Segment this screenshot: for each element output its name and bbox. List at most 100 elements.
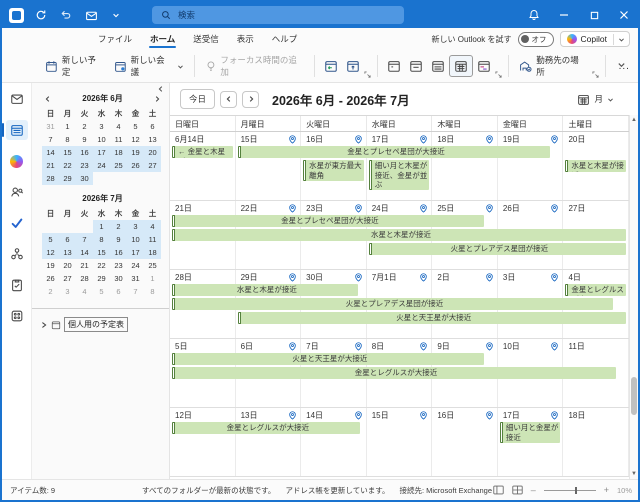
mini-calendar-day[interactable]: 4 <box>110 120 127 133</box>
location-pin-icon[interactable] <box>419 135 428 144</box>
outlook-app-icon[interactable] <box>9 8 24 23</box>
location-pin-icon[interactable] <box>354 411 363 420</box>
location-pin-icon[interactable] <box>550 342 559 351</box>
mini-calendar-day[interactable]: 5 <box>93 285 110 298</box>
location-pin-icon[interactable] <box>419 273 428 282</box>
mini-calendar-day[interactable]: 17 <box>127 246 144 259</box>
new-meeting-button[interactable]: 新しい会議 <box>109 50 189 82</box>
mini-calendar-day[interactable]: 7 <box>76 233 93 246</box>
mini-calendar-day[interactable]: 27 <box>144 159 161 172</box>
location-pin-icon[interactable] <box>354 342 363 351</box>
menu-item-0[interactable]: ファイル <box>97 29 133 49</box>
mini-calendar-day[interactable]: 8 <box>93 233 110 246</box>
mini-calendar-day[interactable]: 5 <box>42 233 59 246</box>
event-bar[interactable]: 水星と木星が接近 <box>565 160 626 172</box>
work-week-view-button[interactable] <box>405 56 427 76</box>
expand-chevron-icon[interactable] <box>40 321 48 329</box>
location-pin-icon[interactable] <box>485 135 494 144</box>
location-pin-icon[interactable] <box>485 273 494 282</box>
dialog-launcher-icon[interactable] <box>592 71 599 78</box>
mini-calendar-day[interactable]: 12 <box>42 246 59 259</box>
mini-calendar-day[interactable]: 6 <box>144 120 161 133</box>
mini-calendar-day[interactable]: 18 <box>110 146 127 159</box>
mini-calendar-day[interactable]: 12 <box>127 133 144 146</box>
mini-calendar-day[interactable]: 17 <box>93 146 110 159</box>
mini-calendar-day[interactable]: 6 <box>110 285 127 298</box>
mini-calendar-day[interactable]: 1 <box>144 272 161 285</box>
day-cell[interactable]: 12日 <box>170 408 236 476</box>
search-input[interactable]: 検索 <box>152 6 404 24</box>
day-cell[interactable]: 15日 <box>367 408 433 476</box>
mini-calendar-day[interactable]: 14 <box>76 246 93 259</box>
week-view-button[interactable] <box>427 56 449 76</box>
day-cell[interactable]: 6月14日 <box>170 132 236 200</box>
mini-calendar-day[interactable]: 21 <box>76 259 93 272</box>
event-bar[interactable]: 金星とレグルスが大接近 <box>172 367 616 379</box>
mini-calendar-title[interactable]: 2026年 6月 <box>52 93 153 104</box>
work-location-button[interactable]: 勤務先の場所 <box>514 50 591 82</box>
menu-item-3[interactable]: 表示 <box>236 29 255 49</box>
day-cell[interactable]: 19日 <box>498 132 564 200</box>
mini-calendar-day[interactable]: 31 <box>127 272 144 285</box>
location-pin-icon[interactable] <box>485 342 494 351</box>
location-pin-icon[interactable] <box>288 411 297 420</box>
zoom-in-icon[interactable]: + <box>604 487 609 493</box>
mini-calendar-day[interactable]: 26 <box>127 159 144 172</box>
copilot-button[interactable]: Copilot <box>561 32 613 46</box>
event-bar[interactable]: 金星とプレセペ星団が大接近 <box>172 215 484 227</box>
calendar-nav-icon[interactable] <box>6 120 28 140</box>
mini-calendar-day[interactable]: 16 <box>76 146 93 159</box>
mini-calendar-day[interactable]: 23 <box>110 259 127 272</box>
location-pin-icon[interactable] <box>288 342 297 351</box>
mini-calendar-day[interactable]: 27 <box>59 272 76 285</box>
event-bar[interactable]: 細い月と木星が接近、金星が並ぶ <box>369 160 430 190</box>
share-calendar-button[interactable] <box>342 56 364 76</box>
view-selector[interactable]: 月 <box>577 93 628 106</box>
mini-calendar-title[interactable]: 2026年 7月 <box>52 193 153 204</box>
mini-calendar-day[interactable]: 9 <box>110 233 127 246</box>
scroll-down-icon[interactable]: ▼ <box>630 469 638 479</box>
location-pin-icon[interactable] <box>550 135 559 144</box>
mini-calendar-day[interactable]: 29 <box>93 272 110 285</box>
menu-item-2[interactable]: 送受信 <box>192 29 220 49</box>
event-bar[interactable]: 水星と木星が接近 <box>172 284 358 296</box>
groups-nav-icon[interactable] <box>6 244 28 264</box>
location-pin-icon[interactable] <box>354 204 363 213</box>
event-bar[interactable]: 細い月と金星が接近 <box>500 422 561 443</box>
event-bar[interactable]: 金星とレグルスが大 <box>565 284 626 296</box>
personal-calendar-folder[interactable]: 個人用の予定表 <box>64 317 128 332</box>
mini-calendar-day[interactable]: 9 <box>76 133 93 146</box>
menu-item-4[interactable]: ヘルプ <box>271 29 299 49</box>
location-pin-icon[interactable] <box>485 204 494 213</box>
day-cell[interactable]: 16日 <box>432 408 498 476</box>
tasks-nav-icon[interactable] <box>6 275 28 295</box>
mini-calendar-day[interactable]: 18 <box>144 246 161 259</box>
event-bar[interactable]: 火星と天王星が大接近 <box>238 312 626 324</box>
mini-calendar-day[interactable]: 28 <box>76 272 93 285</box>
location-pin-icon[interactable] <box>288 135 297 144</box>
mini-calendar-day[interactable]: 8 <box>144 285 161 298</box>
minimize-button[interactable] <box>556 7 572 23</box>
mini-calendar-day[interactable]: 29 <box>59 172 76 185</box>
event-bar[interactable]: 水星が東方最大離角 <box>303 160 364 181</box>
ribbon-collapse-icon[interactable] <box>617 60 626 69</box>
notifications-bell-icon[interactable] <box>526 7 542 23</box>
mini-calendar-day[interactable]: 22 <box>93 259 110 272</box>
mini-calendar-day[interactable]: 13 <box>59 246 76 259</box>
new-appointment-button[interactable]: 新しい予定 <box>40 50 109 82</box>
close-button[interactable] <box>616 7 632 23</box>
event-bar[interactable]: 火星とプレアデス星団が接近 <box>172 298 613 310</box>
location-pin-icon[interactable] <box>354 273 363 282</box>
mini-calendar-day[interactable]: 8 <box>59 133 76 146</box>
sync-icon[interactable] <box>33 7 49 23</box>
mini-calendar-day[interactable]: 7 <box>42 133 59 146</box>
month-view-button[interactable] <box>449 55 473 77</box>
event-bar[interactable]: 水星と木星が接近 <box>172 229 626 241</box>
location-pin-icon[interactable] <box>485 411 494 420</box>
prev-button[interactable] <box>220 91 237 108</box>
mini-calendar-day[interactable]: 15 <box>59 146 76 159</box>
day-cell[interactable]: 14日 <box>301 408 367 476</box>
location-pin-icon[interactable] <box>419 204 428 213</box>
mini-calendar-day[interactable]: 31 <box>42 120 59 133</box>
mini-calendar-day[interactable]: 23 <box>76 159 93 172</box>
